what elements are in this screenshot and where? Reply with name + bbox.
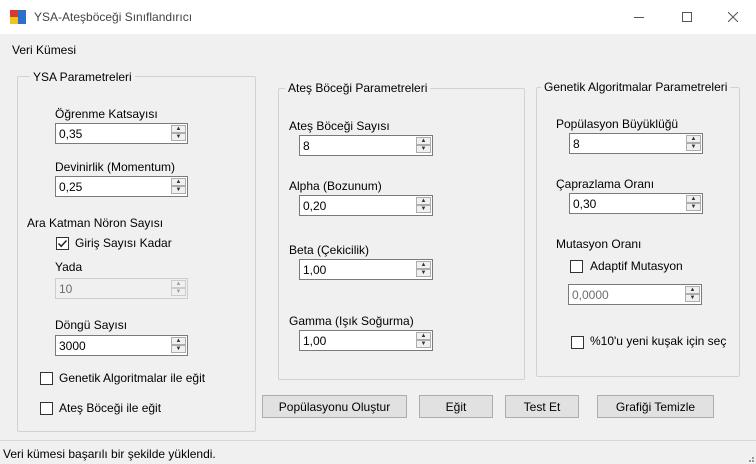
- menu-bar: [0, 34, 756, 62]
- train-ga-checkbox[interactable]: [40, 372, 53, 385]
- elite-selection-checkbox[interactable]: [571, 336, 584, 349]
- minimize-icon: [634, 17, 644, 18]
- resize-grip-icon[interactable]: [744, 452, 754, 462]
- spin-up-icon[interactable]: ▲: [416, 261, 431, 269]
- firefly-count-input[interactable]: 8 ▲ ▼: [299, 135, 433, 156]
- spin-down-icon[interactable]: ▼: [686, 143, 701, 151]
- spin-down-icon[interactable]: ▼: [416, 340, 431, 348]
- alpha-label: Alpha (Bozunum): [289, 179, 382, 193]
- spin-up-icon[interactable]: ▲: [171, 337, 186, 345]
- test-button[interactable]: Test Et: [505, 395, 579, 418]
- beta-label: Beta (Çekicilik): [289, 243, 370, 257]
- population-size-label: Popülasyon Büyüklüğü: [556, 117, 679, 131]
- spin-down-icon[interactable]: ▼: [171, 186, 186, 194]
- spin-up-icon[interactable]: ▲: [686, 195, 701, 203]
- train-button[interactable]: Eğit: [419, 395, 493, 418]
- spin-up-icon: ▲: [171, 280, 186, 288]
- firefly-count-label: Ateş Böceği Sayısı: [289, 119, 390, 133]
- spin-down-icon[interactable]: ▼: [686, 203, 701, 211]
- mutation-rate-label: Mutasyon Oranı: [556, 237, 642, 251]
- spin-down-icon[interactable]: ▼: [171, 133, 186, 141]
- input-count-checkbox[interactable]: [56, 237, 69, 250]
- epochs-input[interactable]: 3000 ▲ ▼: [55, 335, 188, 356]
- spin-up-icon[interactable]: ▲: [685, 286, 700, 294]
- spin-up-icon[interactable]: ▲: [171, 178, 186, 186]
- window-title: YSA-Ateşböceği Sınıflandırıcı: [34, 10, 193, 24]
- epochs-label: Döngü Sayısı: [55, 318, 128, 332]
- create-population-button[interactable]: Popülasyonu Oluştur: [262, 395, 407, 418]
- spin-down-icon: ▼: [171, 288, 186, 296]
- epochs-value: 3000: [59, 339, 86, 353]
- status-text: Veri kümesi başarılı bir şekilde yüklend…: [3, 447, 216, 461]
- population-size-input[interactable]: 8 ▲ ▼: [569, 133, 703, 154]
- ysa-group-title: YSA Parametreleri: [30, 70, 135, 84]
- checkmark-icon: [57, 239, 68, 248]
- elite-selection-label: %10'u yeni kuşak için seç: [590, 334, 727, 348]
- spin-down-icon[interactable]: ▼: [416, 145, 431, 153]
- close-icon: [728, 12, 738, 22]
- gamma-value: 1,00: [303, 334, 327, 348]
- hidden-neurons-label: Ara Katman Nöron Sayısı: [27, 216, 164, 230]
- or-label: Yada: [55, 260, 83, 274]
- spin-up-icon[interactable]: ▲: [416, 137, 431, 145]
- gamma-input[interactable]: 1,00 ▲ ▼: [299, 330, 433, 351]
- learning-rate-input[interactable]: 0,35 ▲ ▼: [55, 123, 188, 144]
- momentum-value: 0,25: [59, 180, 83, 194]
- population-size-value: 8: [573, 137, 580, 151]
- mutation-rate-value: 0,0000: [572, 288, 609, 302]
- maximize-icon: [682, 12, 692, 22]
- momentum-input[interactable]: 0,25 ▲ ▼: [55, 176, 188, 197]
- input-count-label: Giriş Sayısı Kadar: [75, 236, 172, 250]
- spin-down-icon[interactable]: ▼: [685, 294, 700, 302]
- learning-rate-value: 0,35: [59, 127, 83, 141]
- spin-down-icon[interactable]: ▼: [416, 269, 431, 277]
- learning-rate-label: Öğrenme Katsayısı: [55, 107, 158, 121]
- crossover-rate-label: Çaprazlama Oranı: [556, 177, 655, 191]
- alpha-input[interactable]: 0,20 ▲ ▼: [299, 195, 433, 216]
- train-fa-checkbox[interactable]: [40, 402, 53, 415]
- firefly-group-title: Ateş Böceği Parametreleri: [285, 81, 431, 95]
- spin-down-icon[interactable]: ▼: [171, 345, 186, 353]
- spin-up-icon[interactable]: ▲: [171, 125, 186, 133]
- crossover-rate-input[interactable]: 0,30 ▲ ▼: [569, 193, 703, 214]
- momentum-label: Devinirlik (Momentum): [55, 160, 176, 174]
- spin-up-icon[interactable]: ▲: [416, 197, 431, 205]
- crossover-rate-value: 0,30: [573, 197, 597, 211]
- adaptive-mutation-checkbox[interactable]: [570, 260, 583, 273]
- spin-down-icon[interactable]: ▼: [416, 205, 431, 213]
- clear-chart-button[interactable]: Grafiği Temizle: [597, 395, 714, 418]
- spin-up-icon[interactable]: ▲: [416, 332, 431, 340]
- adaptive-mutation-label: Adaptif Mutasyon: [590, 259, 683, 273]
- alpha-value: 0,20: [303, 199, 327, 213]
- beta-value: 1,00: [303, 263, 327, 277]
- hidden-count-input: 10 ▲ ▼: [55, 278, 188, 299]
- maximize-button[interactable]: [664, 0, 710, 34]
- beta-input[interactable]: 1,00 ▲ ▼: [299, 259, 433, 280]
- genetic-group-title: Genetik Algoritmalar Parametreleri: [541, 80, 731, 94]
- train-ga-label: Genetik Algoritmalar ile eğit: [59, 371, 206, 385]
- gamma-label: Gamma (Işık Soğurma): [289, 314, 414, 328]
- spin-up-icon[interactable]: ▲: [686, 135, 701, 143]
- minimize-button[interactable]: [616, 0, 662, 34]
- firefly-count-value: 8: [303, 139, 310, 153]
- menu-veri-kumesi[interactable]: Veri Kümesi: [12, 43, 76, 57]
- close-button[interactable]: [710, 0, 756, 34]
- hidden-count-value: 10: [59, 282, 73, 296]
- train-fa-label: Ateş Böceği ile eğit: [59, 401, 162, 415]
- app-icon: [10, 10, 26, 24]
- mutation-rate-input[interactable]: 0,0000 ▲ ▼: [568, 284, 702, 305]
